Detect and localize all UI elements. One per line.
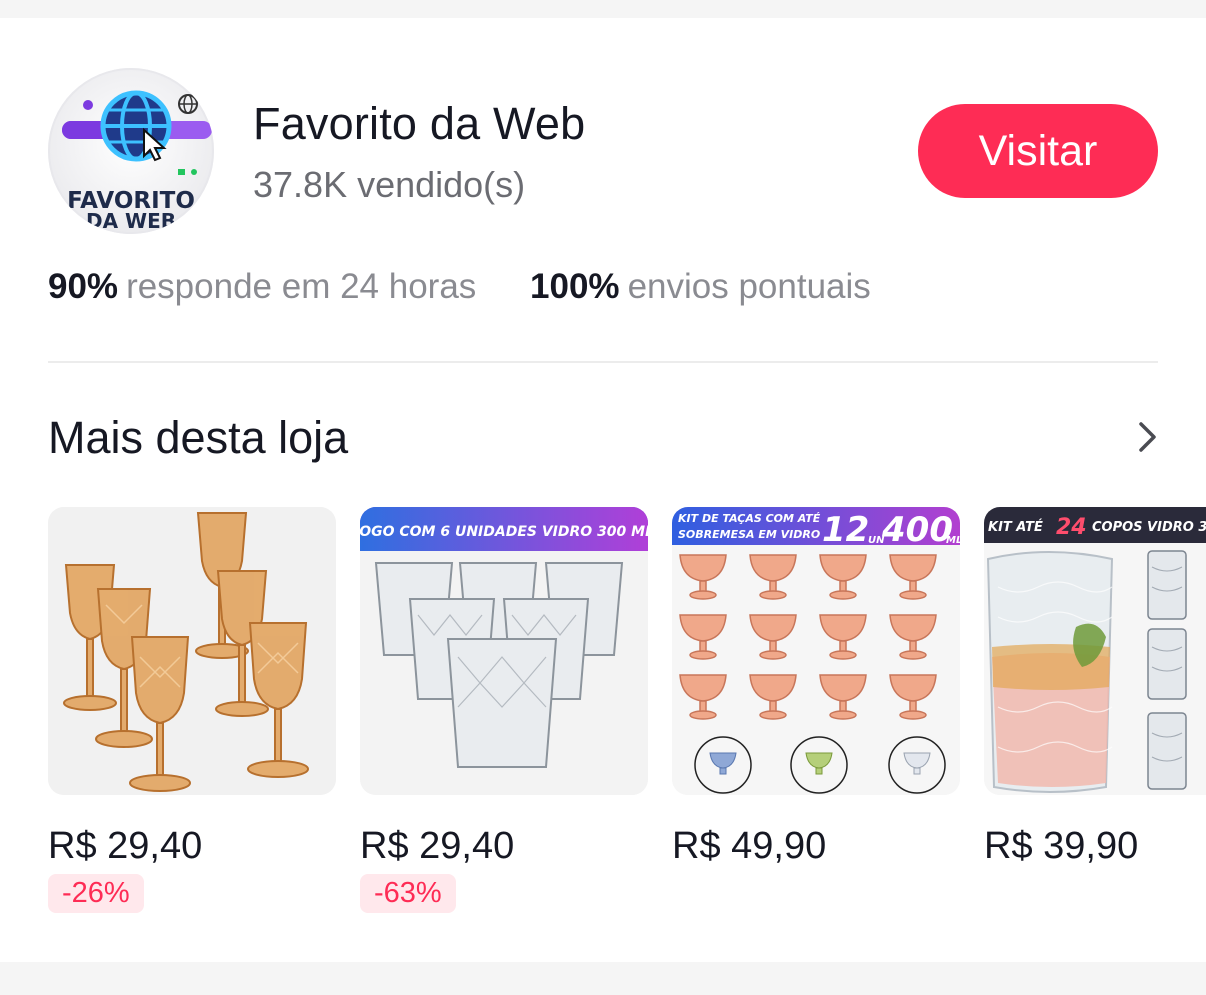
product-image[interactable]: KIT DE TAÇAS COM ATÉ SOBREMESA EM VIDRO … (672, 507, 960, 795)
shop-sold-count: 37.8K vendido(s) (253, 164, 526, 205)
divider (48, 361, 1158, 363)
product-banner-line2: SOBREMESA EM VIDRO (678, 528, 820, 541)
product-banner-volume-unit: ML (946, 535, 960, 546)
product-price: R$ 29,40 (360, 825, 515, 867)
discount-badge: -26% (48, 874, 144, 913)
stat-label: envios pontuais (627, 267, 871, 306)
product-banner-qty: 12 (822, 510, 869, 550)
stat-label: responde em 24 horas (126, 267, 477, 306)
logo-text-2: · DA WEB · (71, 209, 190, 233)
product-banner-volume: 400 (881, 510, 953, 550)
product-card[interactable]: JOGO COM 6 UNIDADES VIDRO 300 ML R$ 29,4… (360, 507, 648, 913)
chevron-right-icon[interactable] (1130, 420, 1164, 454)
visit-button[interactable]: Visitar (918, 104, 1158, 198)
product-price: R$ 29,40 (48, 825, 203, 867)
discount-badge: -63% (360, 874, 456, 913)
stat-on-time-shipping: 100% envios pontuais (530, 267, 871, 307)
product-image[interactable]: JOGO COM 6 UNIDADES VIDRO 300 ML (360, 507, 648, 795)
product-image[interactable]: KIT ATÉ 24 COPOS VIDRO 3 (984, 507, 1206, 795)
shop-stats: 90% responde em 24 horas 100% envios pontu… (48, 267, 915, 307)
stat-value: 100% (530, 267, 620, 306)
product-price: R$ 39,90 (984, 825, 1139, 867)
shop-logo[interactable]: FAVORITO · DA WEB · (48, 68, 214, 234)
shop-name[interactable]: Favorito da Web (253, 98, 585, 150)
product-banner-qty: 24 (1056, 515, 1087, 540)
product-banner-b: COPOS VIDRO 3 (1092, 520, 1206, 535)
product-price: R$ 49,90 (672, 825, 827, 867)
product-image[interactable] (48, 507, 336, 795)
product-banner: JOGO COM 6 UNIDADES VIDRO 300 ML (360, 524, 648, 540)
product-card[interactable]: KIT ATÉ 24 COPOS VIDRO 3 R$ 39,90 (984, 507, 1206, 868)
product-card[interactable]: KIT DE TAÇAS COM ATÉ SOBREMESA EM VIDRO … (672, 507, 960, 868)
product-banner-a: KIT ATÉ (988, 519, 1043, 535)
product-card[interactable]: R$ 29,40 -26% (48, 507, 336, 913)
section-title: Mais desta loja (48, 412, 349, 463)
globe-cursor-icon: FAVORITO · DA WEB · (62, 90, 212, 233)
product-banner-line1: KIT DE TAÇAS COM ATÉ (678, 512, 821, 525)
shop-card: FAVORITO · DA WEB · Favorito da Web 37.8… (0, 18, 1206, 962)
stat-response-rate: 90% responde em 24 horas (48, 267, 476, 307)
stat-value: 90% (48, 267, 119, 306)
